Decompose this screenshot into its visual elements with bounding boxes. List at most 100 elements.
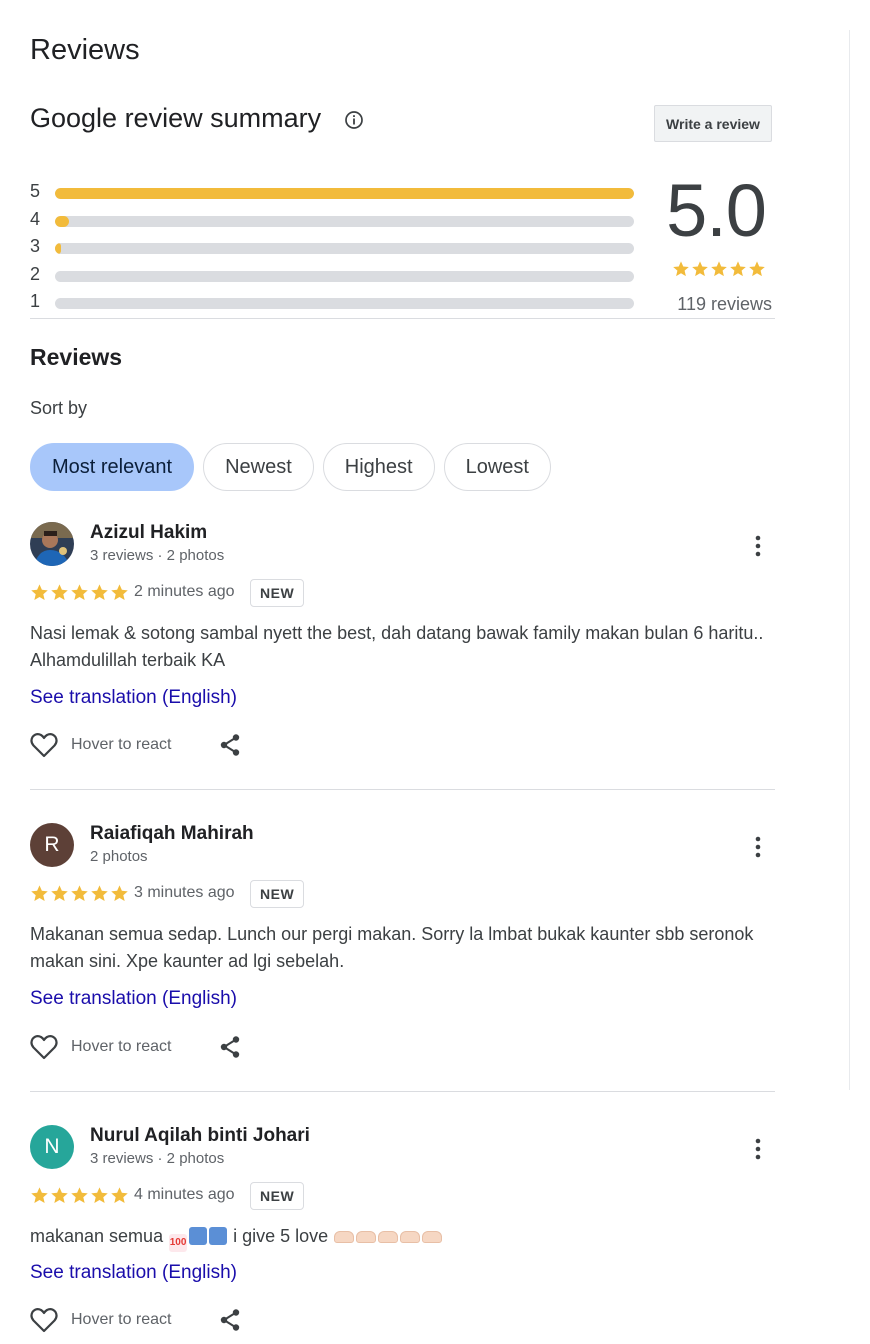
histogram-track: [55, 215, 634, 227]
right-panel-divider: [849, 30, 850, 1090]
heart-icon[interactable]: [30, 732, 58, 758]
review-divider: [30, 789, 775, 790]
histogram-row-3: 3: [30, 235, 635, 263]
heart-hands-emoji: [356, 1231, 377, 1243]
star-icon: [111, 584, 128, 601]
sort-chips: Most relevant Newest Highest Lowest: [30, 443, 551, 491]
review-card: N Nurul Aqilah binti Johari 3 reviews · …: [30, 1125, 775, 1344]
more-options-icon[interactable]: [748, 1137, 768, 1161]
histogram-track: [55, 298, 634, 309]
avatar[interactable]: [30, 522, 74, 566]
review-text: Nasi lemak & sotong sambal nyett the bes…: [30, 623, 764, 670]
review-star-rating: [30, 1186, 129, 1205]
review-text: Makanan semua sedap. Lunch our pergi mak…: [30, 924, 754, 971]
avatar[interactable]: R: [30, 823, 74, 867]
avatar-photo: [30, 522, 74, 566]
star-icon: [91, 1187, 108, 1204]
review-text-start: makanan semua: [30, 1226, 164, 1246]
histogram-star-label: 5: [30, 181, 41, 201]
star-icon: [71, 584, 88, 601]
sort-chip-most-relevant[interactable]: Most relevant: [30, 443, 195, 491]
star-icon: [31, 885, 48, 902]
heart-hands-emoji: [378, 1231, 399, 1243]
see-translation-link[interactable]: See translation (English): [30, 988, 237, 1010]
sort-chip-lowest[interactable]: Lowest: [443, 443, 551, 491]
histogram-fill-4: [55, 215, 70, 227]
heart-hands-emoji: [400, 1231, 421, 1243]
histogram-star-label: 4: [30, 208, 41, 229]
star-icon: [730, 261, 746, 277]
share-icon[interactable]: [218, 1308, 242, 1332]
sort-chip-newest[interactable]: Newest: [203, 443, 314, 491]
see-translation-link[interactable]: See translation (English): [30, 687, 237, 709]
review-star-rating: [30, 583, 129, 602]
histogram-row-1: 1: [30, 290, 635, 318]
more-options-icon[interactable]: [748, 835, 768, 859]
star-icon: [91, 584, 108, 601]
histogram-star-label: 1: [30, 291, 41, 311]
reviewer-meta: 3 reviews · 2 photos: [90, 547, 225, 564]
histogram-track: [55, 188, 634, 199]
reviews-heading: Reviews: [30, 344, 123, 370]
review-summary-title: Google review summary: [30, 103, 322, 133]
star-icon: [91, 885, 108, 902]
new-badge: NEW: [250, 1182, 305, 1210]
see-translation-link[interactable]: See translation (English): [30, 1262, 237, 1284]
review-card: R Raiafiqah Mahirah 2 photos 3 minutes a…: [30, 823, 775, 1123]
star-icon: [31, 1187, 48, 1204]
reviewer-name[interactable]: Azizul Hakim: [90, 522, 207, 544]
histogram-fill-3: [55, 243, 61, 254]
histogram-star-label: 3: [30, 236, 41, 256]
heart-hands-emoji: [334, 1231, 355, 1243]
star-icon: [111, 1187, 128, 1204]
histogram-row-5: 5: [30, 180, 635, 208]
heart-hands-emoji: [422, 1231, 443, 1243]
review-card: Azizul Hakim 3 reviews · 2 photos 2 minu…: [30, 522, 775, 822]
review-time: 4 minutes ago: [134, 1186, 235, 1203]
average-star-rating: [672, 260, 766, 278]
review-text: makanan semua 100 i give 5 love: [30, 1223, 770, 1252]
reviewer-meta: 2 photos: [90, 848, 148, 865]
sort-chip-highest[interactable]: Highest: [322, 443, 435, 491]
review-time: 2 minutes ago: [134, 583, 235, 600]
react-label: Hover to react: [71, 1038, 172, 1055]
review-time: 3 minutes ago: [134, 884, 235, 901]
reviewer-name[interactable]: Nurul Aqilah binti Johari: [90, 1125, 310, 1147]
on-arrow-emoji: [189, 1227, 208, 1245]
share-icon[interactable]: [218, 733, 242, 757]
hundred-points-emoji: 100: [169, 1234, 188, 1252]
star-icon: [111, 885, 128, 902]
star-icon: [711, 261, 727, 277]
heart-icon[interactable]: [30, 1034, 58, 1060]
star-icon: [71, 885, 88, 902]
reviewer-name[interactable]: Raiafiqah Mahirah: [90, 823, 254, 845]
star-icon: [31, 584, 48, 601]
review-text-end: i give 5 love: [233, 1226, 329, 1246]
histogram-fill-5: [55, 188, 634, 199]
star-icon: [51, 1187, 68, 1204]
react-label: Hover to react: [71, 1311, 172, 1328]
write-review-button[interactable]: Write a review: [654, 105, 772, 142]
new-badge: NEW: [250, 579, 305, 607]
new-badge: NEW: [250, 880, 305, 908]
rating-histogram: 5 4 3 2 1: [30, 180, 635, 318]
histogram-track: [55, 243, 634, 254]
histogram-track: [55, 270, 634, 282]
average-rating: 5.0: [666, 169, 767, 252]
histogram-row-2: 2: [30, 263, 635, 291]
avatar[interactable]: N: [30, 1125, 74, 1169]
review-divider: [30, 1091, 775, 1092]
star-icon: [51, 885, 68, 902]
page-title: Reviews: [30, 34, 140, 66]
summary-divider: [30, 318, 775, 319]
review-count: 119 reviews: [677, 294, 772, 314]
review-star-rating: [30, 884, 129, 903]
star-icon: [71, 1187, 88, 1204]
more-options-icon[interactable]: [748, 534, 768, 558]
info-icon[interactable]: [344, 110, 364, 130]
share-icon[interactable]: [218, 1035, 242, 1059]
star-icon: [51, 584, 68, 601]
reviewer-meta: 3 reviews · 2 photos: [90, 1150, 225, 1167]
heart-icon[interactable]: [30, 1307, 58, 1333]
sort-by-label: Sort by: [30, 398, 88, 418]
